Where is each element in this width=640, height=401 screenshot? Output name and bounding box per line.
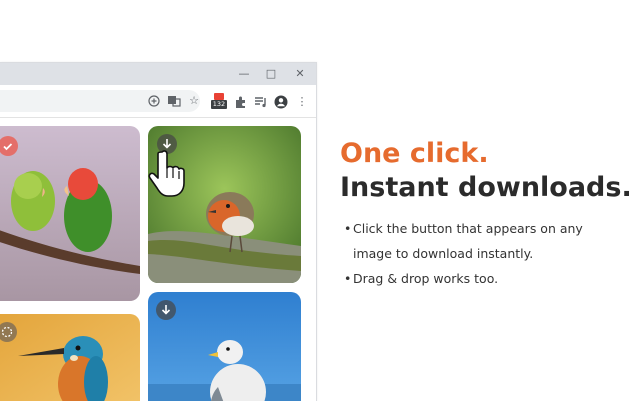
hand-cursor-icon xyxy=(148,150,185,197)
photo-robin[interactable] xyxy=(148,126,301,283)
bullet-item: • Click the button that appears on any xyxy=(344,221,583,236)
bullet-dot-icon: • xyxy=(344,221,352,236)
minimize-icon[interactable]: — xyxy=(236,66,252,82)
photo-lovebirds[interactable] xyxy=(0,126,140,301)
menu-kebab-icon[interactable]: ⋮ xyxy=(294,94,310,110)
bullet-text: Click the button that appears on any xyxy=(353,221,583,236)
title-bar: — □ ✕ xyxy=(0,63,316,85)
photo-kingfisher[interactable] xyxy=(0,314,140,401)
account-icon[interactable] xyxy=(273,94,289,110)
browser-window: — □ ✕ ☆ 132 ⋮ xyxy=(0,62,317,401)
close-icon[interactable]: ✕ xyxy=(292,66,308,82)
translate-icon[interactable] xyxy=(166,93,182,109)
playlist-icon[interactable] xyxy=(253,94,269,110)
bullet-dot-icon: • xyxy=(344,271,352,286)
add-icon[interactable] xyxy=(146,93,162,109)
bullet-text: image to download instantly. xyxy=(353,246,534,261)
headline-primary: One click. xyxy=(340,138,489,169)
extension-badge-icon[interactable]: 132 xyxy=(211,93,227,110)
check-icon[interactable] xyxy=(0,136,18,156)
maximize-icon[interactable]: □ xyxy=(263,66,279,82)
bullet-text: Drag & drop works too. xyxy=(353,271,499,286)
headline-secondary: Instant downloads. xyxy=(340,172,632,203)
bullet-item: • Drag & drop works too. xyxy=(344,271,498,286)
download-icon[interactable] xyxy=(156,300,176,320)
puzzle-icon[interactable] xyxy=(233,94,249,110)
address-bar[interactable]: ☆ xyxy=(0,90,200,112)
star-icon[interactable]: ☆ xyxy=(186,93,202,109)
photo-seagull[interactable] xyxy=(148,292,301,401)
image-gallery xyxy=(0,118,316,401)
loading-icon[interactable] xyxy=(0,322,17,342)
bullet-continuation: image to download instantly. xyxy=(353,246,533,261)
